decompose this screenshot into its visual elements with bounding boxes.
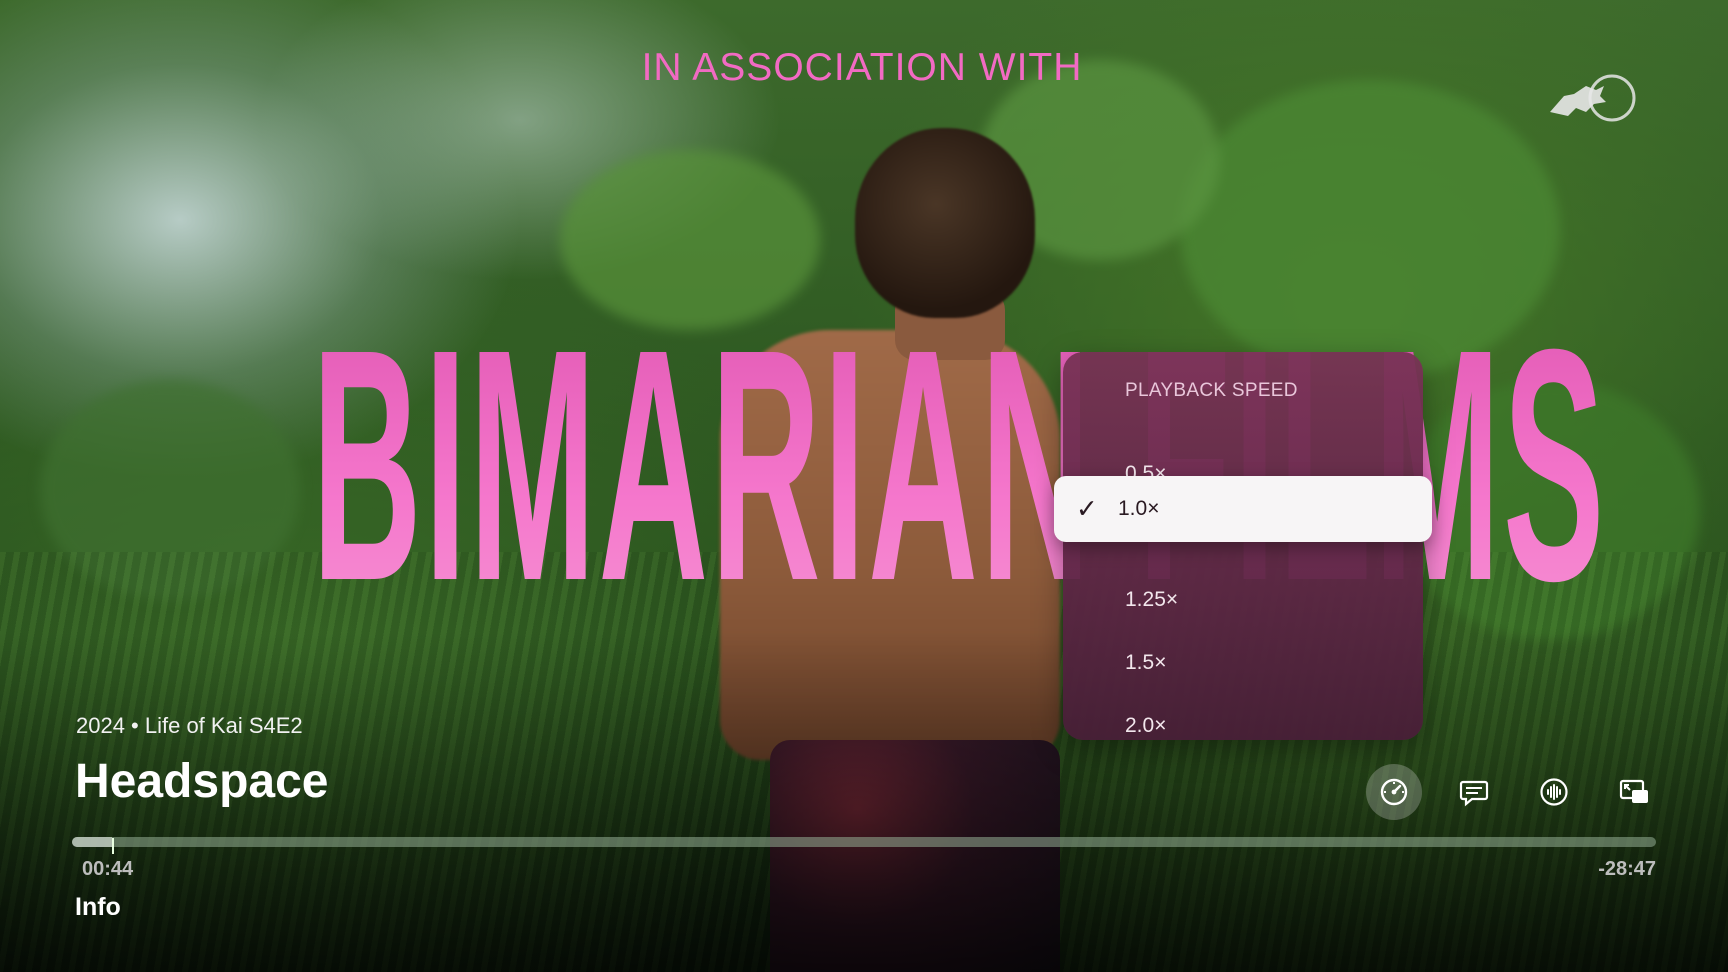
- progress-fill: [72, 837, 112, 847]
- playback-speed-button[interactable]: [1366, 764, 1422, 820]
- speed-option-label: 1.25×: [1125, 588, 1179, 611]
- speed-option-1-25[interactable]: 1.25×: [1063, 572, 1423, 628]
- checkmark-icon: ✓: [1076, 493, 1098, 524]
- episode-meta: 2024 • Life of Kai S4E2: [76, 713, 303, 738]
- remaining-time: -28:47: [1598, 858, 1656, 880]
- video-player[interactable]: IN ASSOCIATION WITH BIMARIAN FILMS PLAYB…: [0, 0, 1728, 972]
- speed-menu-title: PLAYBACK SPEED: [1125, 380, 1298, 401]
- subtitles-icon: [1459, 780, 1489, 807]
- progress-bar[interactable]: [72, 837, 1656, 847]
- playhead[interactable]: [111, 838, 114, 854]
- association-caption: IN ASSOCIATION WITH: [641, 46, 1083, 89]
- playback-speed-menu: PLAYBACK SPEED 0.5× ✓ 1.0× 1.25× 1.5× 2.…: [1054, 352, 1432, 740]
- speed-option-1-0[interactable]: ✓ 1.0×: [1054, 476, 1432, 542]
- speed-option-1-5[interactable]: 1.5×: [1063, 635, 1423, 691]
- picture-in-picture-button[interactable]: [1606, 764, 1662, 820]
- picture-in-picture-icon: [1619, 779, 1648, 803]
- subtitles-button[interactable]: [1446, 764, 1502, 820]
- audio-button[interactable]: [1526, 764, 1582, 820]
- audio-icon: [1540, 778, 1568, 806]
- speed-option-label: 2.0×: [1125, 714, 1167, 737]
- playback-speed-icon: [1380, 778, 1408, 806]
- elapsed-time: 00:44: [82, 858, 134, 880]
- speed-option-label: 1.5×: [1125, 651, 1167, 674]
- speed-option-2-0[interactable]: 2.0×: [1063, 698, 1423, 754]
- speed-option-label: 1.0×: [1118, 497, 1160, 520]
- episode-title: Headspace: [75, 755, 329, 808]
- info-tab[interactable]: Info: [75, 893, 121, 922]
- red-bull-logo-icon: [1550, 74, 1636, 122]
